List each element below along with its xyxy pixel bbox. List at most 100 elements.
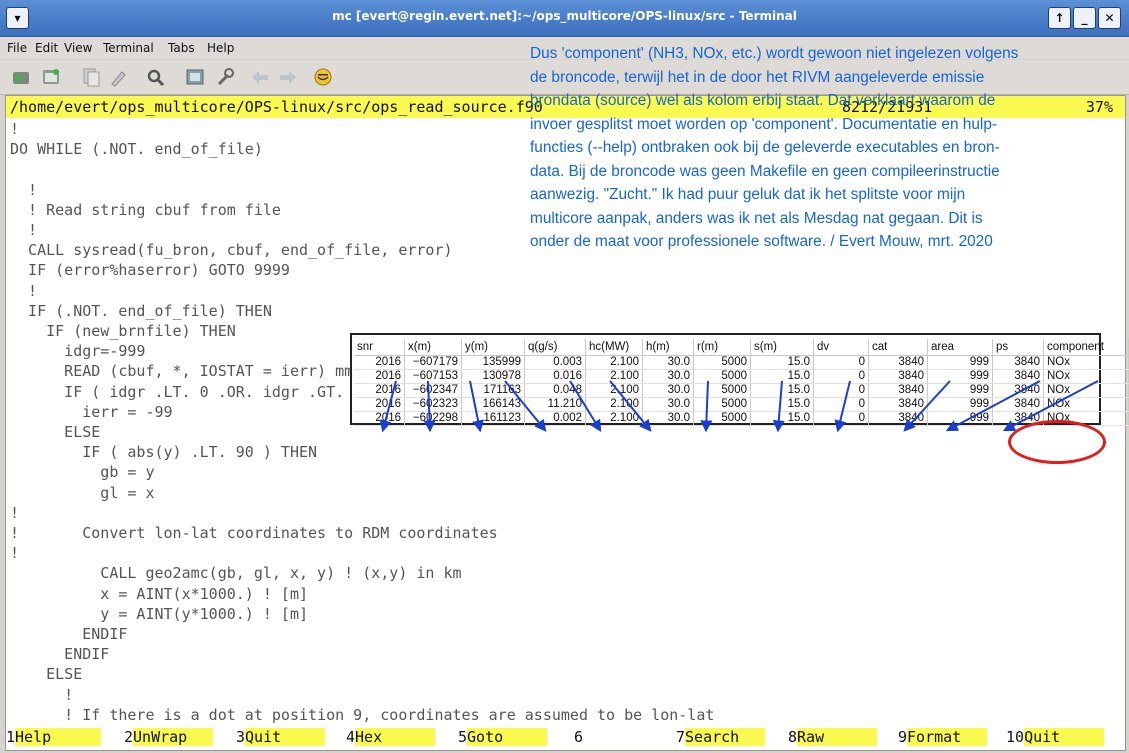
annotation-note: Dus 'component' (NH3, NOx, etc.) wordt g… [530,42,1090,254]
fkey-10[interactable]: 10Quit [1006,728,1105,748]
table-cell: 0 [813,397,869,412]
component-highlight-circle [1008,420,1106,464]
table-cell: 166143 [461,397,525,412]
find-icon[interactable] [145,66,167,88]
table-cell: 15.0 [750,397,814,412]
column-header: x(m) [404,339,462,356]
fkey-number: 3 [236,728,246,746]
table-cell: 2.100 [585,369,643,384]
menu-file[interactable]: File [7,41,27,55]
table-cell: 3840 [868,369,928,384]
fkey-4[interactable]: 4Hex [346,728,436,748]
column-header: s(m) [750,339,814,356]
table-cell: 2016 [354,397,405,412]
fkey-8[interactable]: 8Raw [788,728,878,748]
menu-view[interactable]: View [64,41,92,55]
column-header: area [927,339,993,356]
fkey-7[interactable]: 7Search [676,728,766,748]
code-line: IF ( abs(y) .LT. 90 ) THEN [10,443,318,462]
table-cell: NOx [1043,397,1129,412]
forward-icon[interactable] [277,66,299,88]
fkey-5[interactable]: 5Goto [458,728,548,748]
table-cell: −607179 [404,355,462,370]
note-line: brondata (source) wel als kolom erbij st… [530,92,996,109]
fkey-label: Raw [797,728,878,746]
menu-help[interactable]: Help [207,41,234,55]
note-line: Dus 'component' (NH3, NOx, etc.) wordt g… [530,45,1019,62]
fkey-3[interactable]: 3Quit [236,728,326,748]
code-line: CALL sysread(fu_bron, cbuf, end_of_file,… [10,241,453,260]
code-line: ! [10,685,74,704]
table-cell: 3840 [868,397,928,412]
note-line: aanwezig. "Zucht." Ik had puur geluk dat… [530,186,966,203]
fkey-label: Help [15,728,102,746]
table-cell: 0 [813,369,869,384]
new-tab-icon[interactable] [10,66,32,88]
table-cell: 2016 [354,383,405,398]
table-cell: 2.100 [585,397,643,412]
note-line: invoer gesplitst moet worden op 'compone… [530,115,998,133]
table-cell: 171163 [461,383,525,398]
table-row: 2016 −602298 161123 0.002 2.100 30.0 5000 15.0 0… [354,411,1129,426]
new-window-icon[interactable] [40,66,62,88]
window-title: mc [evert@regin.evert.net]:~/ops_multico… [332,9,797,23]
table-cell: 5000 [693,411,751,426]
preferences-icon[interactable] [214,66,236,88]
table-header-row: snr x(m) y(m) q(g/s) hc(MW) h(m) r(m) s(m) dv cat… [354,339,1129,356]
code-line: ! If there is a dot at position 9, coord… [10,705,715,724]
fkey-number: 1 [6,728,16,746]
table-cell: 3840 [868,411,928,426]
fkey-number: 7 [676,728,686,746]
column-header: component [1043,339,1129,356]
table-cell: −602323 [404,397,462,412]
code-line: ! [10,221,38,239]
table-cell: 5000 [693,369,751,384]
code-line: gl = x [10,483,155,502]
column-header: q(g/s) [524,339,586,356]
table-cell: 30.0 [642,383,694,398]
code-line: ! Convert lon-lat coordinates to RDM coo… [10,524,498,542]
menu-terminal[interactable]: Terminal [103,41,154,55]
table-cell: NOx [1043,355,1129,370]
table-cell: 5000 [693,397,751,412]
table-cell: 135999 [461,355,525,370]
maximize-up-icon[interactable]: ↑ [1048,7,1071,29]
table-cell: 0 [813,411,869,426]
column-header: ps [992,339,1044,356]
table-cell: 3840 [992,383,1044,398]
table-cell: 0.016 [524,369,586,384]
code-line: ! [10,180,38,199]
table-row: 2016 −607153 130978 0.016 2.100 30.0 5000 15.0 0… [354,369,1129,384]
code-line: ENDIF [10,625,128,643]
table-cell: 2016 [354,355,405,370]
table-cell: 0.003 [524,355,586,370]
fkey-number: 10 [1006,728,1025,746]
column-header: h(m) [642,339,694,356]
code-line: y = AINT(y*1000.) ! [m] [10,604,309,623]
code-line: ! [10,544,20,563]
spreadsheet-excerpt: snr x(m) y(m) q(g/s) hc(MW) h(m) r(m) s(m) dv cat… [350,333,1129,426]
table-cell: NOx [1043,383,1129,398]
title-bar[interactable]: ▾ mc [evert@regin.evert.net]:~/ops_multi… [0,0,1129,37]
close-button[interactable]: ✕ [1098,7,1121,29]
smiley-icon[interactable] [312,66,334,88]
fkey-6[interactable]: 6 [574,728,653,748]
fkey-number: 5 [458,728,468,746]
back-icon[interactable] [249,66,271,88]
fkey-number: 6 [574,728,584,746]
table-cell: −607153 [404,369,462,384]
fkey-9[interactable]: 9Format [898,728,988,748]
copy-icon[interactable] [80,66,102,88]
menu-tabs[interactable]: Tabs [168,41,195,55]
fullscreen-icon[interactable] [184,66,206,88]
fkey-1[interactable]: 1Help [6,728,102,748]
table-cell: −602347 [404,383,462,398]
column-header: hc(MW) [585,339,643,356]
table-cell: 0.002 [524,411,586,426]
paste-icon[interactable] [108,66,130,88]
menu-edit[interactable]: Edit [35,41,58,55]
minimize-button[interactable]: _ [1073,7,1096,29]
code-line: ! Read string cbuf from file [10,200,281,219]
fkey-2[interactable]: 2UnWrap [124,728,214,748]
table-cell: 5000 [693,355,751,370]
